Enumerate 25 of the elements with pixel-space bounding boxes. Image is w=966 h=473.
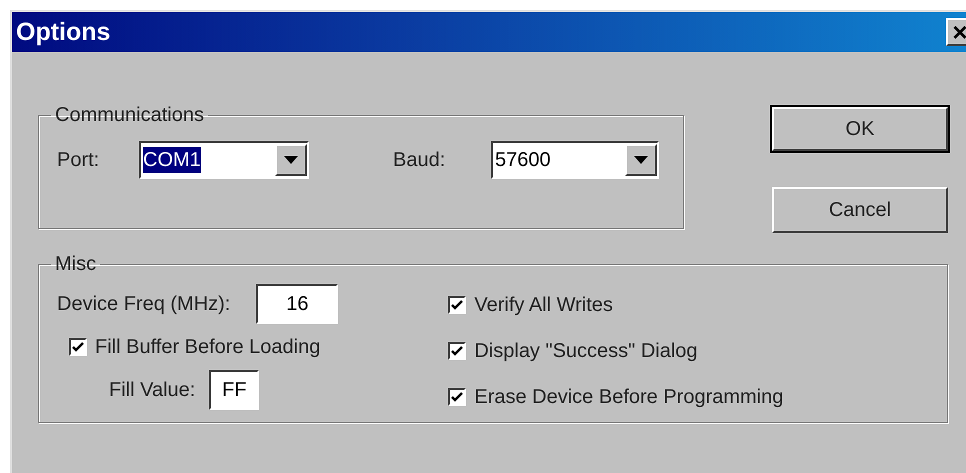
- baud-label: Baud:: [393, 148, 446, 172]
- caret-icon: [634, 156, 648, 164]
- port-dropdown[interactable]: COM1: [139, 141, 309, 179]
- group-title: Communications: [54, 104, 205, 127]
- checkbox-label: Fill Buffer Before Loading: [95, 336, 320, 358]
- fill-value-field[interactable]: FF: [209, 370, 260, 410]
- checkbox-label: Verify All Writes: [474, 294, 613, 316]
- port-label: Port:: [57, 148, 100, 172]
- freq-label: Device Freq (MHz):: [57, 292, 230, 316]
- checkbox[interactable]: [69, 338, 87, 356]
- dropdown-button[interactable]: [274, 144, 307, 176]
- dialog-button[interactable]: Cancel: [772, 187, 948, 233]
- fill-value-label: Fill Value:: [109, 378, 196, 402]
- checkbox-label: Erase Device Before Programming: [474, 386, 784, 408]
- checkbox[interactable]: [448, 296, 466, 314]
- dropdown-button[interactable]: [625, 144, 657, 176]
- window-title: Options: [16, 18, 110, 46]
- checkbox[interactable]: [448, 388, 466, 406]
- group-title: Misc: [54, 253, 98, 276]
- dialog-button[interactable]: OK: [772, 107, 948, 151]
- freq-field[interactable]: 16: [256, 284, 338, 324]
- baud-dropdown[interactable]: 57600: [491, 141, 659, 179]
- checkbox-label: Display "Success" Dialog: [474, 340, 698, 362]
- caret-icon: [284, 156, 298, 164]
- checkbox[interactable]: [448, 342, 466, 360]
